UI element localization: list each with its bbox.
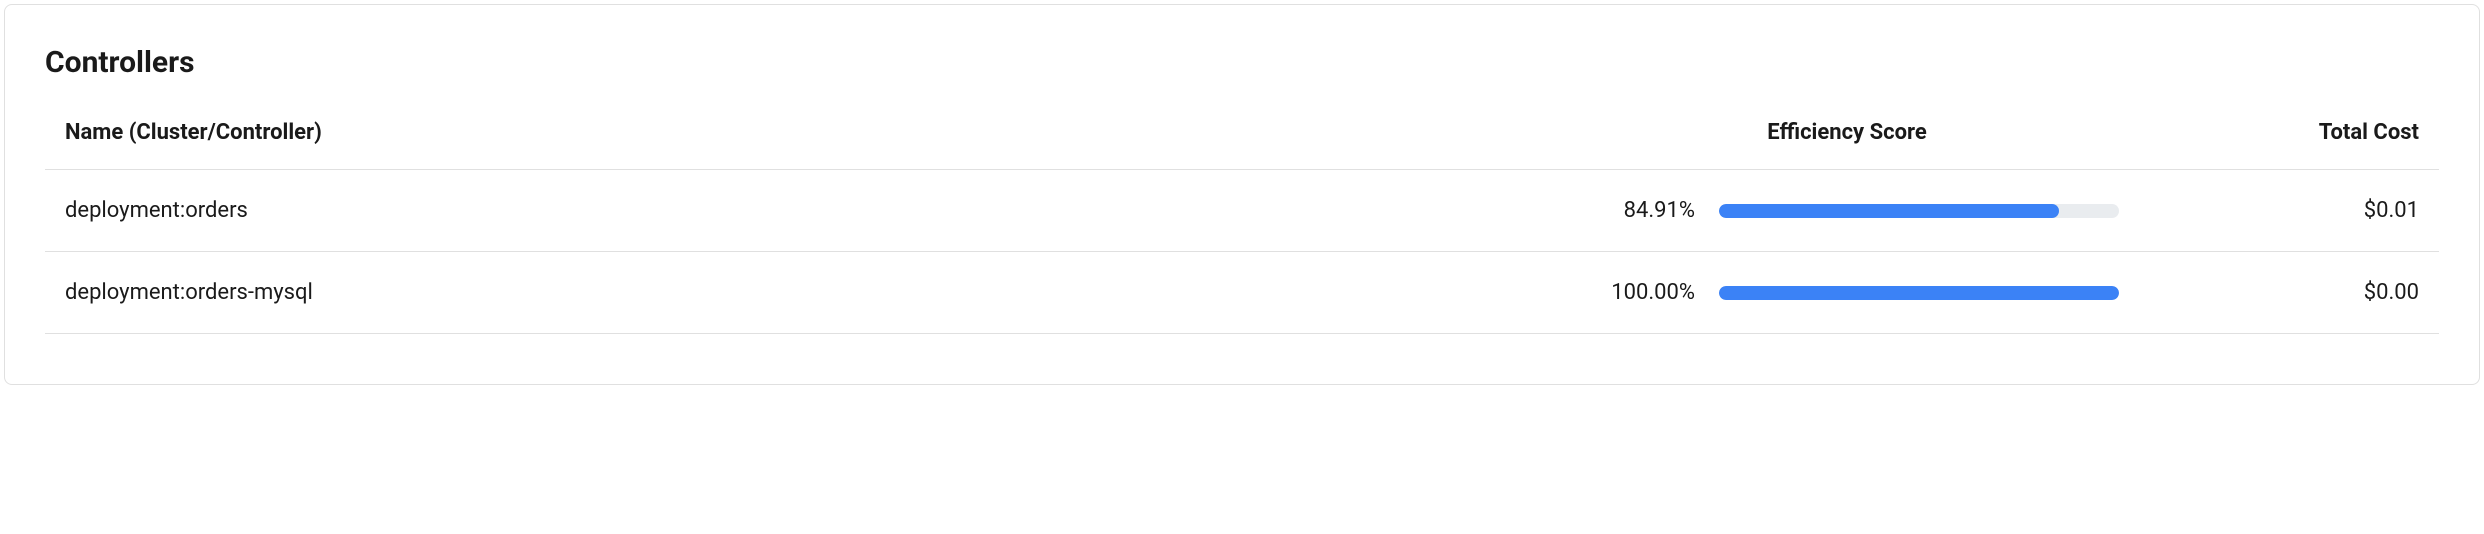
efficiency-percent: 100.00%: [1575, 280, 1695, 305]
progress-fill: [1719, 286, 2119, 300]
header-cost[interactable]: Total Cost: [2139, 120, 2439, 170]
table-row[interactable]: deployment:orders-mysql 100.00% $0.00: [45, 252, 2439, 334]
table-row[interactable]: deployment:orders 84.91% $0.01: [45, 170, 2439, 252]
cell-name: deployment:orders: [45, 170, 1555, 252]
progress-fill: [1719, 204, 2059, 218]
table-header-row: Name (Cluster/Controller) Efficiency Sco…: [45, 120, 2439, 170]
cell-efficiency: 84.91%: [1555, 170, 2139, 252]
controllers-table: Name (Cluster/Controller) Efficiency Sco…: [45, 120, 2439, 334]
card-title: Controllers: [45, 45, 2439, 80]
cell-efficiency: 100.00%: [1555, 252, 2139, 334]
cell-cost: $0.01: [2139, 170, 2439, 252]
progress-track: [1719, 286, 2119, 300]
header-name[interactable]: Name (Cluster/Controller): [45, 120, 1555, 170]
cell-cost: $0.00: [2139, 252, 2439, 334]
cell-name: deployment:orders-mysql: [45, 252, 1555, 334]
header-efficiency[interactable]: Efficiency Score: [1555, 120, 2139, 170]
efficiency-wrap: 84.91%: [1575, 198, 2119, 223]
controllers-card: Controllers Name (Cluster/Controller) Ef…: [4, 4, 2480, 385]
efficiency-percent: 84.91%: [1575, 198, 1695, 223]
progress-track: [1719, 204, 2119, 218]
efficiency-wrap: 100.00%: [1575, 280, 2119, 305]
